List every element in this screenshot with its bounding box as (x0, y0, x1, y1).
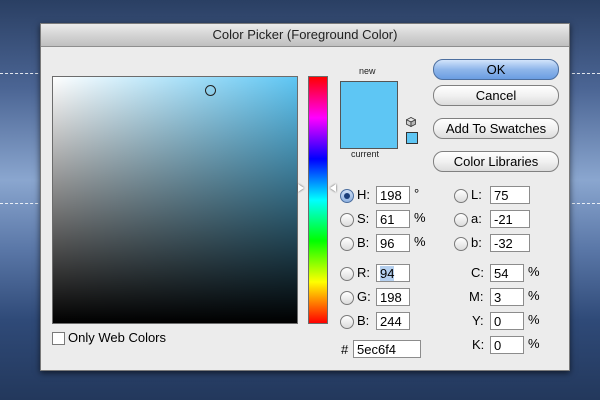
only-web-colors-label: Only Web Colors (68, 330, 167, 345)
a-input[interactable]: -21 (490, 210, 530, 228)
y-unit: % (528, 312, 540, 327)
m-label: M: (469, 289, 484, 304)
l-label: L: (471, 187, 482, 202)
l-radio[interactable] (454, 189, 468, 203)
k-input[interactable]: 0 (490, 336, 524, 354)
h-unit: ° (414, 186, 420, 201)
a-label: a: (471, 211, 482, 226)
blue-radio[interactable] (340, 315, 354, 329)
c-label: C: (471, 265, 484, 280)
color-preview-swatch (340, 81, 398, 149)
y-input[interactable]: 0 (490, 312, 524, 330)
web-safe-swatch[interactable] (406, 132, 418, 144)
h-input[interactable]: 198 (376, 186, 410, 204)
s-input[interactable]: 61 (376, 210, 410, 228)
hue-slider[interactable] (308, 76, 328, 324)
add-to-swatches-button[interactable]: Add To Swatches (433, 118, 559, 139)
r-radio[interactable] (340, 267, 354, 281)
only-web-colors-checkbox[interactable] (52, 332, 65, 345)
hex-input[interactable]: 5ec6f4 (353, 340, 421, 358)
b-input[interactable]: 96 (376, 234, 410, 252)
g-label: G: (357, 289, 371, 304)
saturation-brightness-field[interactable] (52, 76, 298, 324)
lab-b-input[interactable]: -32 (490, 234, 530, 252)
r-label: R: (357, 265, 370, 280)
hex-label: # (341, 342, 349, 357)
y-label: Y: (472, 313, 484, 328)
s-label: S: (357, 211, 370, 226)
blue-label: B: (357, 313, 370, 328)
a-radio[interactable] (454, 213, 468, 227)
cube-icon[interactable] (406, 117, 416, 127)
r-value: 94 (380, 266, 395, 281)
new-label: new (359, 66, 376, 76)
l-input[interactable]: 75 (490, 186, 530, 204)
s-radio[interactable] (340, 213, 354, 227)
k-unit: % (528, 336, 540, 351)
lab-b-radio[interactable] (454, 237, 468, 251)
h-label: H: (357, 187, 370, 202)
field-cursor[interactable] (205, 85, 216, 96)
s-unit: % (414, 210, 426, 225)
blue-input[interactable]: 244 (376, 312, 410, 330)
color-picker-dialog: Color Picker (Foreground Color) new curr… (40, 23, 570, 371)
c-unit: % (528, 264, 540, 279)
ok-button[interactable]: OK (433, 59, 559, 80)
current-label: current (351, 149, 380, 159)
k-label: K: (472, 337, 485, 352)
b-radio[interactable] (340, 237, 354, 251)
b-label: B: (357, 235, 370, 250)
hue-slider-right-arrow[interactable] (330, 184, 336, 192)
b-unit: % (414, 234, 426, 249)
r-input[interactable]: 94 (376, 264, 410, 282)
c-input[interactable]: 54 (490, 264, 524, 282)
color-libraries-button[interactable]: Color Libraries (433, 151, 559, 172)
hue-slider-left-arrow[interactable] (298, 184, 304, 192)
g-radio[interactable] (340, 291, 354, 305)
lab-b-label: b: (471, 235, 482, 250)
g-input[interactable]: 198 (376, 288, 410, 306)
m-unit: % (528, 288, 540, 303)
m-input[interactable]: 3 (490, 288, 524, 306)
dialog-title[interactable]: Color Picker (Foreground Color) (41, 24, 569, 47)
cancel-button[interactable]: Cancel (433, 85, 559, 106)
h-radio[interactable] (340, 189, 354, 203)
